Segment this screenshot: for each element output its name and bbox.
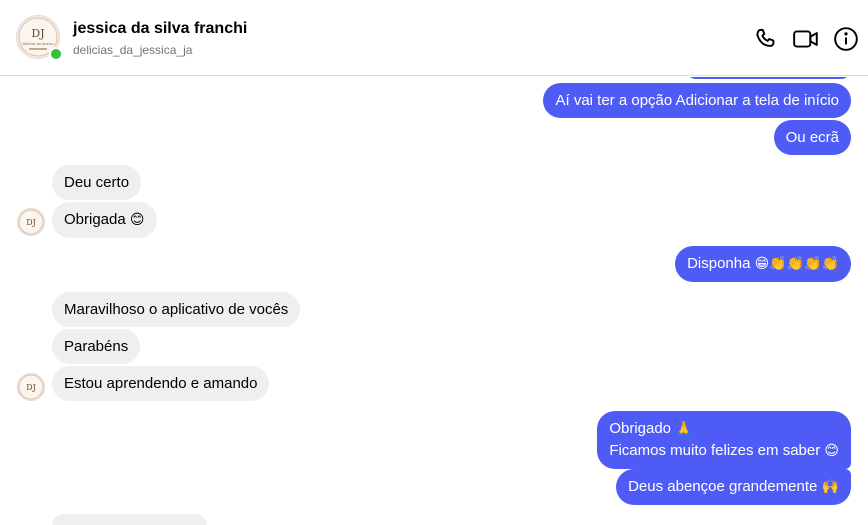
message-text: Maravilhoso o aplicativo de vocês [64, 301, 289, 318]
contact-handle[interactable]: delicias_da_jessica_ja [73, 43, 192, 57]
clapping-hands-emoji: 👏 [821, 256, 839, 272]
raising-hands-emoji: 🙌 [821, 479, 839, 495]
video-camera-icon[interactable] [792, 26, 818, 52]
message-text: Obrigado [609, 420, 672, 437]
smiling-face-emoji: 😊 [129, 212, 145, 228]
message-bubble-incoming[interactable]: Deu certo [52, 165, 142, 200]
clapping-hands-emoji: 👏 [804, 256, 822, 272]
message-text: Estou aprendendo e amando [64, 375, 258, 392]
message-bubble-outgoing[interactable]: Deus abençoe grandemente 🙌 [616, 469, 851, 505]
folded-hands-emoji: 🙏 [675, 421, 693, 437]
message-bubble-incoming[interactable]: Estou aprendendo e amando [52, 366, 270, 401]
logo-text: Delicias da Jessica [22, 42, 53, 46]
message-text: Ficamos muito felizes em saber [609, 442, 821, 459]
clapping-hands-emoji: 👏 [769, 256, 787, 272]
message-bubble-outgoing[interactable]: Ou ecrã [773, 120, 851, 155]
message-text: Aí vai ter a opção Adicionar a tela de i… [555, 92, 839, 109]
message-text: Deus abençoe grandemente [628, 478, 818, 495]
message-bubble-incoming[interactable]: Maravilhoso o aplicativo de vocês [52, 292, 301, 327]
message-bubble-outgoing-partial[interactable] [686, 77, 851, 79]
smiling-face-emoji: 😊 [824, 443, 839, 459]
message-bubble-incoming[interactable]: Parabéns [52, 329, 141, 364]
svg-text:DJ: DJ [26, 383, 36, 392]
clapping-hands-emoji: 👏 [786, 256, 805, 272]
message-text: Disponha [687, 255, 751, 272]
contact-avatar-small[interactable]: DJ [17, 208, 45, 236]
contact-name[interactable]: jessica da silva franchi [73, 20, 247, 38]
online-status-dot [49, 47, 63, 61]
message-bubble-outgoing[interactable]: Obrigado 🙏 Ficamos muito felizes em sabe… [597, 411, 851, 469]
message-bubble-outgoing[interactable]: Aí vai ter a opção Adicionar a tela de i… [543, 83, 851, 118]
phone-icon[interactable] [753, 26, 779, 52]
svg-text:DJ: DJ [31, 27, 44, 40]
chat-header: DJ Delicias da Jessica jessica da silva … [0, 0, 868, 76]
grinning-face-emoji: 😁 [754, 256, 770, 272]
message-bubble-outgoing[interactable]: Disponha 😁👏👏👏👏 [675, 246, 851, 282]
message-bubble-incoming-partial[interactable] [52, 514, 207, 525]
svg-text:DJ: DJ [26, 218, 36, 227]
message-text: Parabéns [64, 338, 129, 355]
message-text: Deu certo [64, 174, 130, 191]
message-bubble-incoming[interactable]: Obrigada 😊 [52, 202, 157, 238]
contact-avatar-small[interactable]: DJ [17, 373, 45, 401]
message-text: Ou ecrã [785, 129, 839, 146]
message-text: Obrigada [64, 211, 126, 228]
info-icon[interactable] [833, 26, 859, 52]
message-thread[interactable]: Aí vai ter a opção Adicionar a tela de i… [0, 77, 868, 525]
